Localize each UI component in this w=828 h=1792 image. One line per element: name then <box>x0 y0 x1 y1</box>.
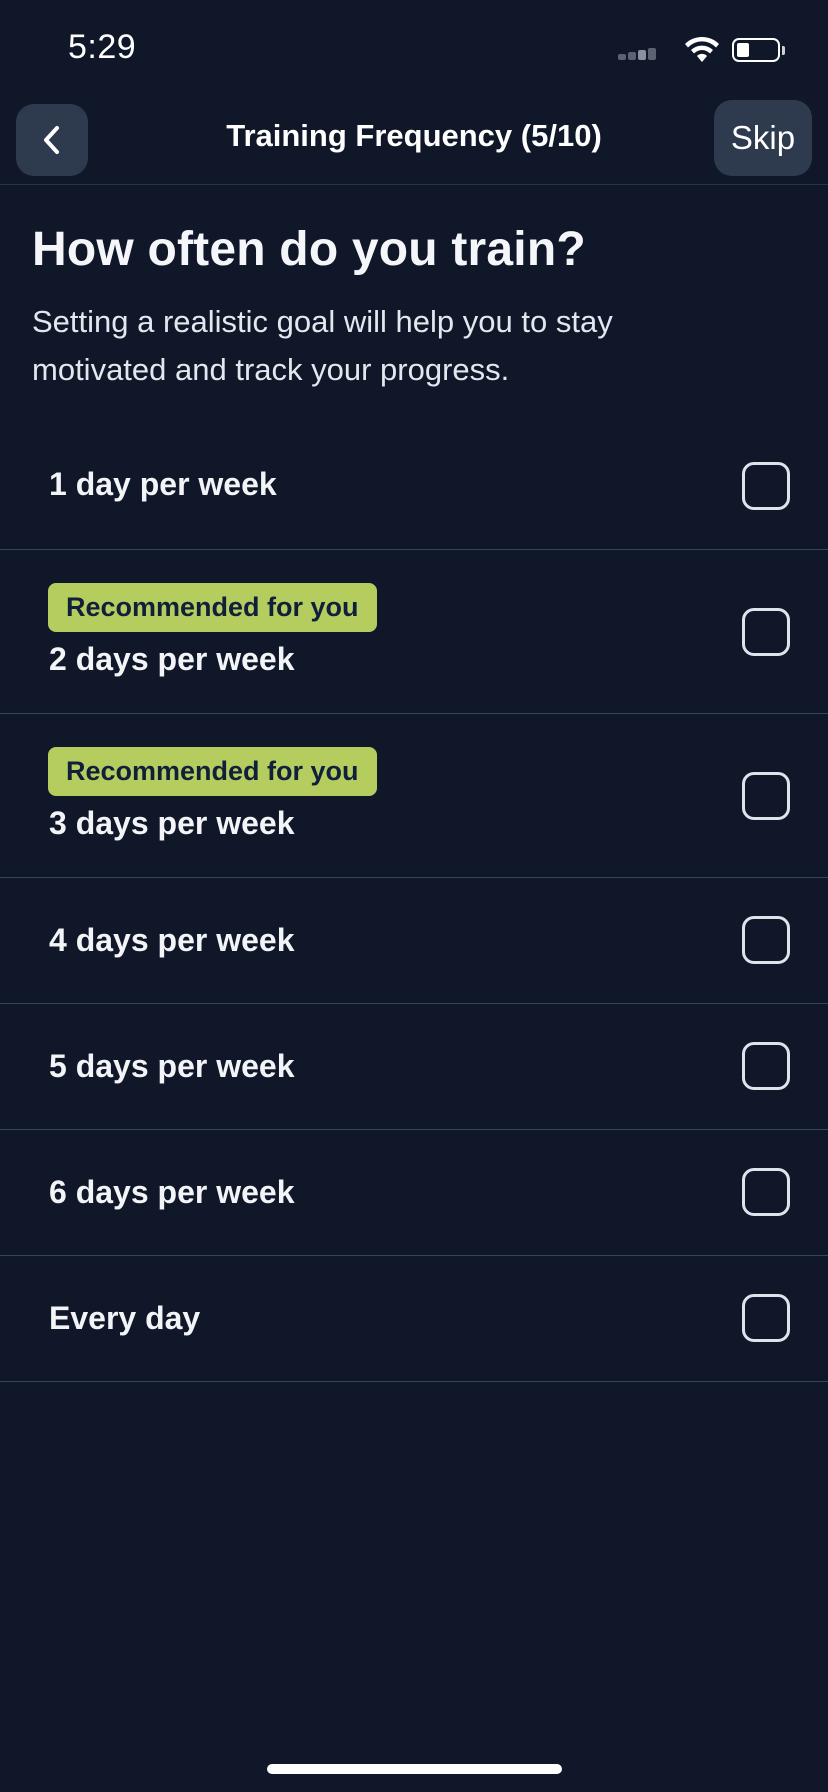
option-2-days[interactable]: Recommended for you 2 days per week <box>0 550 828 714</box>
question-heading: How often do you train? <box>32 223 586 276</box>
option-label: 2 days per week <box>49 641 295 677</box>
cellular-signal-icon <box>618 48 658 60</box>
frequency-options-list: 1 day per week Recommended for you 2 day… <box>0 423 828 1382</box>
option-label: 1 day per week <box>49 466 277 502</box>
page-title: Training Frequency (5/10) <box>226 118 602 153</box>
option-label: 4 days per week <box>49 922 295 958</box>
option-label: 3 days per week <box>49 805 295 841</box>
option-every-day[interactable]: Every day <box>0 1256 828 1382</box>
option-5-days[interactable]: 5 days per week <box>0 1004 828 1130</box>
checkbox[interactable] <box>742 462 790 510</box>
checkbox[interactable] <box>742 772 790 820</box>
checkbox[interactable] <box>742 1168 790 1216</box>
status-icons <box>618 34 798 66</box>
header-divider <box>0 184 828 185</box>
option-label: Every day <box>49 1300 201 1336</box>
option-6-days[interactable]: 6 days per week <box>0 1130 828 1256</box>
checkbox[interactable] <box>742 608 790 656</box>
question-subtitle: Setting a realistic goal will help you t… <box>32 304 613 387</box>
option-4-days[interactable]: 4 days per week <box>0 878 828 1004</box>
recommended-badge: Recommended for you <box>48 747 377 796</box>
battery-icon <box>732 38 780 62</box>
option-label: 5 days per week <box>49 1048 295 1084</box>
option-3-days[interactable]: Recommended for you 3 days per week <box>0 714 828 878</box>
option-label: 6 days per week <box>49 1174 295 1210</box>
recommended-badge: Recommended for you <box>48 583 377 632</box>
chevron-left-icon <box>44 126 59 154</box>
back-button[interactable] <box>16 104 88 176</box>
checkbox[interactable] <box>742 916 790 964</box>
checkbox[interactable] <box>742 1042 790 1090</box>
checkbox[interactable] <box>742 1294 790 1342</box>
wifi-icon <box>685 36 719 62</box>
header: Training Frequency (5/10) Skip <box>0 100 828 184</box>
option-1-day[interactable]: 1 day per week <box>0 423 828 550</box>
home-indicator <box>267 1764 562 1774</box>
status-bar: 5:29 <box>0 0 828 100</box>
status-time: 5:29 <box>68 28 137 66</box>
skip-button[interactable]: Skip <box>714 100 812 176</box>
